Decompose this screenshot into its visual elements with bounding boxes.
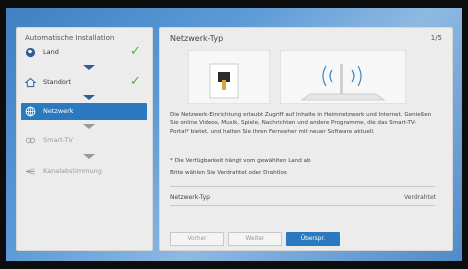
next-button[interactable]: Weiter xyxy=(228,232,282,246)
divider xyxy=(170,186,435,187)
home-icon xyxy=(25,77,36,88)
availability-note: * Die Verfügbarkeit hängt vom gewählten … xyxy=(170,158,311,164)
screen-bezel-right xyxy=(462,0,468,269)
step-land[interactable]: Land ✓ xyxy=(21,44,147,61)
antenna-icon xyxy=(25,168,36,175)
network-globe-icon xyxy=(25,106,36,117)
previous-button[interactable]: Vorher xyxy=(170,232,224,246)
network-illustration xyxy=(188,50,406,104)
chevron-down-icon xyxy=(83,65,95,70)
chevron-down-icon xyxy=(83,95,95,100)
step-smart-tv[interactable]: Smart-TV xyxy=(21,132,147,149)
ethernet-outlet-illustration xyxy=(188,50,270,104)
screen-bezel-top xyxy=(0,0,468,8)
step-label: Land xyxy=(43,48,59,56)
screen-bezel-left xyxy=(0,0,6,269)
network-type-panel: Netzwerk-Typ 1/5 Die Netzwerk-Einrichtun… xyxy=(159,27,453,251)
step-label: Kanalabstimmung xyxy=(43,167,102,175)
step-label: Standort xyxy=(43,78,72,86)
network-description: Die Netzwerk-Einrichtung erlaubt Zugriff… xyxy=(170,112,432,135)
step-label: Netzwerk xyxy=(43,107,74,115)
installation-steps-panel: Automatische Installation Land ✓ Standor… xyxy=(16,27,153,251)
page-title: Netzwerk-Typ xyxy=(170,34,224,43)
instruction-text: Bitte wählen Sie Verdrahtet oder Drahtlo… xyxy=(170,170,287,176)
globe-icon xyxy=(25,47,36,58)
smart-tv-icon xyxy=(25,137,36,144)
wireless-router-illustration xyxy=(280,50,406,104)
step-label: Smart-TV xyxy=(43,136,73,144)
checkmark-icon: ✓ xyxy=(130,44,141,59)
skip-button[interactable]: Überspr. xyxy=(286,232,340,246)
checkmark-icon: ✓ xyxy=(130,74,141,89)
divider xyxy=(170,205,435,206)
panel-title: Automatische Installation xyxy=(25,34,115,42)
step-kanalabstimmung[interactable]: Kanalabstimmung xyxy=(21,163,147,180)
network-type-label: Netzwerk-Typ xyxy=(170,194,210,201)
page-counter: 1/5 xyxy=(430,34,442,42)
network-type-value[interactable]: Verdrahtet xyxy=(404,194,436,201)
chevron-down-icon xyxy=(83,124,95,129)
step-netzwerk[interactable]: Netzwerk xyxy=(21,103,147,120)
screen-bezel-bottom xyxy=(0,261,468,269)
step-standort[interactable]: Standort ✓ xyxy=(21,74,147,91)
chevron-down-icon xyxy=(83,154,95,159)
